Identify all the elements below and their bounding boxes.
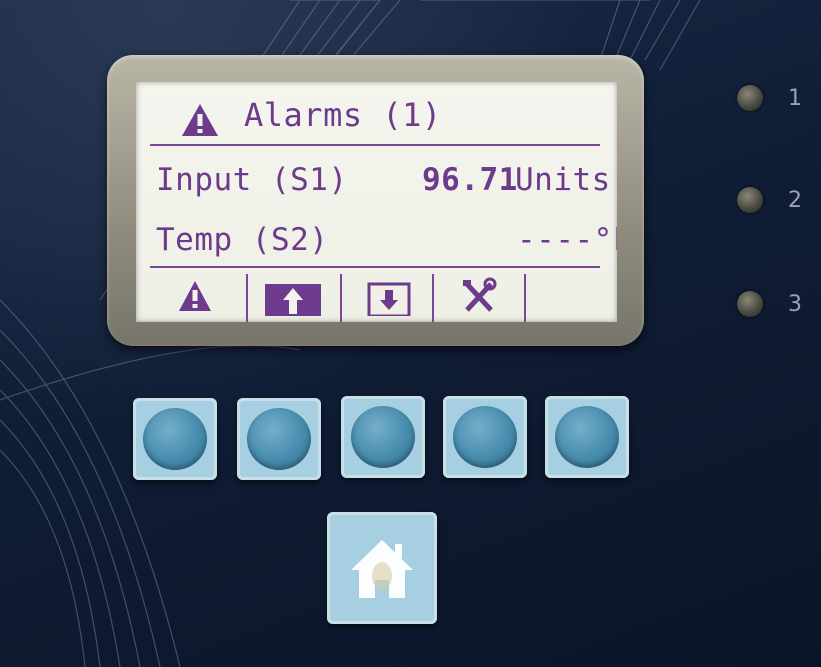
lcd-display: Alarms (1) Input (S1) 96.71 Units Temp (…	[136, 82, 617, 322]
header-divider	[150, 144, 600, 146]
temp-s2-value: ----°F	[517, 222, 617, 258]
alarm-header[interactable]: Alarms (1)	[244, 96, 442, 134]
hardware-button-4[interactable]	[443, 396, 527, 478]
softkey-down[interactable]	[344, 270, 433, 322]
up-arrow-icon	[264, 284, 321, 316]
tools-icon	[462, 277, 496, 312]
hardware-button-1[interactable]	[133, 398, 217, 480]
button-dome	[143, 408, 207, 470]
led-3-label: 3	[788, 292, 802, 317]
led-2	[737, 187, 763, 213]
softkey-up[interactable]	[248, 270, 337, 322]
home-icon	[351, 540, 413, 598]
softkey-tools[interactable]	[434, 270, 523, 322]
button-dome	[247, 408, 311, 470]
home-button[interactable]	[327, 512, 437, 624]
softkey-separator	[340, 274, 342, 322]
softkey-alarms[interactable]	[150, 270, 239, 322]
hardware-button-5[interactable]	[545, 396, 629, 478]
down-arrow-icon	[367, 282, 410, 316]
led-1-label: 1	[788, 86, 802, 111]
warning-icon	[178, 281, 211, 311]
temp-s2-label: Temp (S2)	[156, 222, 329, 258]
controller-panel: Alarms (1) Input (S1) 96.71 Units Temp (…	[0, 0, 821, 667]
warning-icon	[182, 104, 218, 136]
input-s1-label: Input (S1)	[156, 162, 348, 198]
input-s1-unit: Units	[515, 162, 611, 198]
input-s1-value: 96.71	[422, 162, 518, 198]
led-2-label: 2	[788, 188, 802, 213]
led-3	[737, 291, 763, 317]
button-dome	[351, 406, 415, 468]
hardware-button-3[interactable]	[341, 396, 425, 478]
hardware-button-2[interactable]	[237, 398, 321, 480]
softkey-bar	[150, 270, 610, 322]
button-dome	[453, 406, 517, 468]
softkey-blank[interactable]	[526, 270, 615, 322]
softkey-divider	[150, 266, 600, 268]
button-dome	[555, 406, 619, 468]
led-1	[737, 85, 763, 111]
